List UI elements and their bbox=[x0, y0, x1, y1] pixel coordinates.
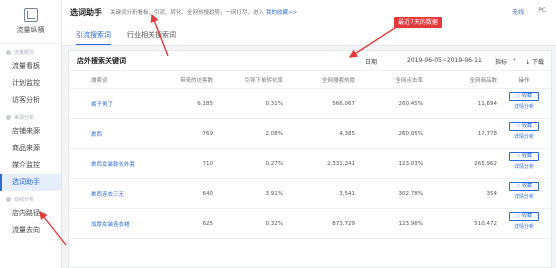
click-rate-cell: 302.78% bbox=[398, 190, 423, 197]
top-bar: 选词助手 关键词分析看板，引流、转化、全网热搜趋势，一网打尽，进入 我的收藏>>… bbox=[62, 0, 556, 24]
sidebar-item-dashboard[interactable]: 流量看板 bbox=[0, 58, 61, 75]
table-row: 裹西 769 2.08% 4,385 260.05% 17,778 ☆ 收藏 详… bbox=[69, 119, 551, 149]
keyword-link[interactable]: 裹西 bbox=[91, 130, 102, 138]
detail-analysis-link[interactable]: 详情分析 bbox=[509, 193, 539, 200]
table-row: 裹西女装款长外套 710 0.27% 2,331,241 123.03% 265… bbox=[69, 149, 551, 179]
app-root: 流量纵横 流量概况 流量看板 计划监控 访客分析 来源分析 店铺来源 商品来源 … bbox=[0, 0, 556, 268]
keyword-link[interactable]: 加厚女装连衣裙 bbox=[91, 220, 130, 228]
table-header: 搜索词 带来的访客数 引导下单转化率 全网搜索热度 全网点击率 全网商品数 操作 bbox=[69, 71, 551, 89]
logo: 流量纵横 bbox=[0, 0, 61, 44]
item-count-cell: 510,472 bbox=[474, 220, 497, 227]
favorite-button[interactable]: ☆ 收藏 bbox=[509, 211, 539, 221]
row-actions: ☆ 收藏 详情分析 bbox=[509, 121, 539, 140]
click-rate-cell: 260.45% bbox=[398, 100, 423, 107]
download-button[interactable]: ↓ 下载 bbox=[525, 57, 544, 66]
annotation-callout: 最近7天的数据 bbox=[394, 17, 442, 28]
conversion-cell: 2.08% bbox=[265, 130, 283, 137]
detail-analysis-link[interactable]: 详情分析 bbox=[509, 223, 539, 230]
visitors-cell: 640 bbox=[202, 190, 214, 197]
date-label: 日期 bbox=[365, 59, 378, 66]
sidebar-item-store-path[interactable]: 店内路径 bbox=[0, 205, 61, 222]
visitors-cell: 710 bbox=[202, 160, 214, 167]
column-header[interactable]: 全网商品数 bbox=[469, 76, 497, 84]
item-count-cell: 11,694 bbox=[477, 100, 497, 107]
visitors-cell: 625 bbox=[202, 220, 214, 227]
table-row: 裹西连衣三无 640 3.91% 3,541 302.78% 354 ☆ 收藏 … bbox=[69, 179, 551, 209]
tab-industry-keywords[interactable]: 行业相关搜索词 bbox=[127, 28, 176, 45]
search-heat-cell: 4,385 bbox=[339, 130, 355, 137]
device-switch: 无线 PC bbox=[512, 7, 546, 16]
favorite-button[interactable]: ☆ 收藏 bbox=[509, 121, 539, 131]
sidebar-item-store-source[interactable]: 店铺来源 bbox=[0, 123, 61, 140]
favorite-button[interactable]: ☆ 收藏 bbox=[509, 151, 539, 161]
visitors-cell: 769 bbox=[202, 130, 214, 137]
detail-analysis-link[interactable]: 详情分析 bbox=[509, 133, 539, 140]
table-row: 加厚女装连衣裙 625 0.32% 873,729 123.96% 510,47… bbox=[69, 209, 551, 239]
metric-selector[interactable]: 指标 bbox=[495, 57, 507, 66]
column-header[interactable]: 带来的访客数 bbox=[180, 76, 213, 84]
conversion-cell: 0.32% bbox=[265, 220, 283, 227]
date-range-picker[interactable]: 2019-06-05~2019-06-11 bbox=[407, 57, 482, 64]
chevron-down-icon[interactable]: ▾ bbox=[513, 57, 516, 63]
item-count-cell: 17,778 bbox=[477, 130, 497, 137]
search-heat-cell: 3,541 bbox=[339, 190, 355, 197]
sidebar-section-source: 来源分析 bbox=[0, 109, 61, 123]
sidebar-item-visitor-analysis[interactable]: 访客分析 bbox=[0, 92, 61, 109]
sidebar-item-product-source[interactable]: 商品来源 bbox=[0, 140, 61, 157]
favorite-button[interactable]: ☆ 收藏 bbox=[509, 181, 539, 191]
sidebar-section-path: 动线分析 bbox=[0, 191, 61, 205]
table-row: 裤子男了 6,185 0.31% 566,067 260.45% 11,694 … bbox=[69, 89, 551, 119]
click-rate-cell: 260.05% bbox=[398, 130, 423, 137]
column-header[interactable]: 全网点击率 bbox=[395, 76, 423, 84]
column-header[interactable]: 引导下单转化率 bbox=[244, 76, 283, 84]
click-rate-cell: 123.96% bbox=[398, 220, 423, 227]
column-header: 搜索词 bbox=[91, 77, 108, 84]
detail-analysis-link[interactable]: 详情分析 bbox=[509, 103, 539, 110]
tab-traffic-keywords[interactable]: 引流搜索词 bbox=[76, 28, 111, 45]
column-header[interactable]: 全网搜索热度 bbox=[322, 76, 355, 84]
my-favorites-link[interactable]: 我的收藏>> bbox=[266, 8, 297, 16]
tab-bar: 引流搜索词 行业相关搜索词 bbox=[62, 24, 556, 46]
keyword-panel: 店外搜索关键词 日期 2019-06-05~2019-06-11 指标 ▾ ↓ … bbox=[68, 50, 552, 268]
favorite-button[interactable]: ☆ 收藏 bbox=[509, 91, 539, 101]
sidebar-item-traffic-outflow[interactable]: 流量去向 bbox=[0, 222, 61, 239]
logo-text: 流量纵横 bbox=[16, 26, 45, 34]
keyword-link[interactable]: 裹西女装款长外套 bbox=[91, 160, 135, 168]
keyword-link[interactable]: 裹西连衣三无 bbox=[91, 190, 124, 198]
device-wireless-option[interactable]: 无线 bbox=[512, 7, 524, 16]
sidebar-item-keyword-assistant[interactable]: 选词助手 bbox=[0, 174, 61, 191]
device-pc-option[interactable]: PC bbox=[538, 7, 546, 16]
panel-header: 店外搜索关键词 日期 2019-06-05~2019-06-11 指标 ▾ ↓ … bbox=[69, 51, 551, 71]
search-heat-cell: 2,331,241 bbox=[327, 160, 355, 167]
section-dot-icon bbox=[6, 50, 11, 55]
page-description: 关键词分析看板，引流、转化、全网热搜趋势，一网打尽，进入 bbox=[110, 10, 265, 16]
detail-analysis-link[interactable]: 详情分析 bbox=[509, 163, 539, 170]
sidebar-section-overview: 流量概况 bbox=[0, 44, 61, 58]
conversion-cell: 0.31% bbox=[265, 100, 283, 107]
click-rate-cell: 123.03% bbox=[398, 160, 423, 167]
row-actions: ☆ 收藏 详情分析 bbox=[509, 181, 539, 200]
search-heat-cell: 566,067 bbox=[332, 100, 355, 107]
row-actions: ☆ 收藏 详情分析 bbox=[509, 91, 539, 110]
column-header: 操作 bbox=[518, 77, 530, 84]
item-count-cell: 354 bbox=[486, 190, 498, 197]
chart-logo-icon bbox=[23, 8, 38, 22]
panel-title: 店外搜索关键词 bbox=[77, 56, 126, 65]
sidebar-item-plan-monitor[interactable]: 计划监控 bbox=[0, 75, 61, 92]
sidebar: 流量纵横 流量概况 流量看板 计划监控 访客分析 来源分析 店铺来源 商品来源 … bbox=[0, 0, 62, 268]
sidebar-item-media-monitor[interactable]: 媒介监控 bbox=[0, 157, 61, 174]
section-dot-icon bbox=[6, 197, 11, 202]
section-dot-icon bbox=[6, 115, 11, 120]
conversion-cell: 3.91% bbox=[265, 190, 283, 197]
page-title: 选词助手 bbox=[70, 7, 102, 17]
search-heat-cell: 873,729 bbox=[332, 220, 355, 227]
item-count-cell: 265,962 bbox=[474, 160, 497, 167]
conversion-cell: 0.27% bbox=[265, 160, 283, 167]
visitors-cell: 6,185 bbox=[197, 100, 213, 107]
row-actions: ☆ 收藏 详情分析 bbox=[509, 151, 539, 170]
row-actions: ☆ 收藏 详情分析 bbox=[509, 211, 539, 230]
keyword-link[interactable]: 裤子男了 bbox=[91, 100, 113, 108]
